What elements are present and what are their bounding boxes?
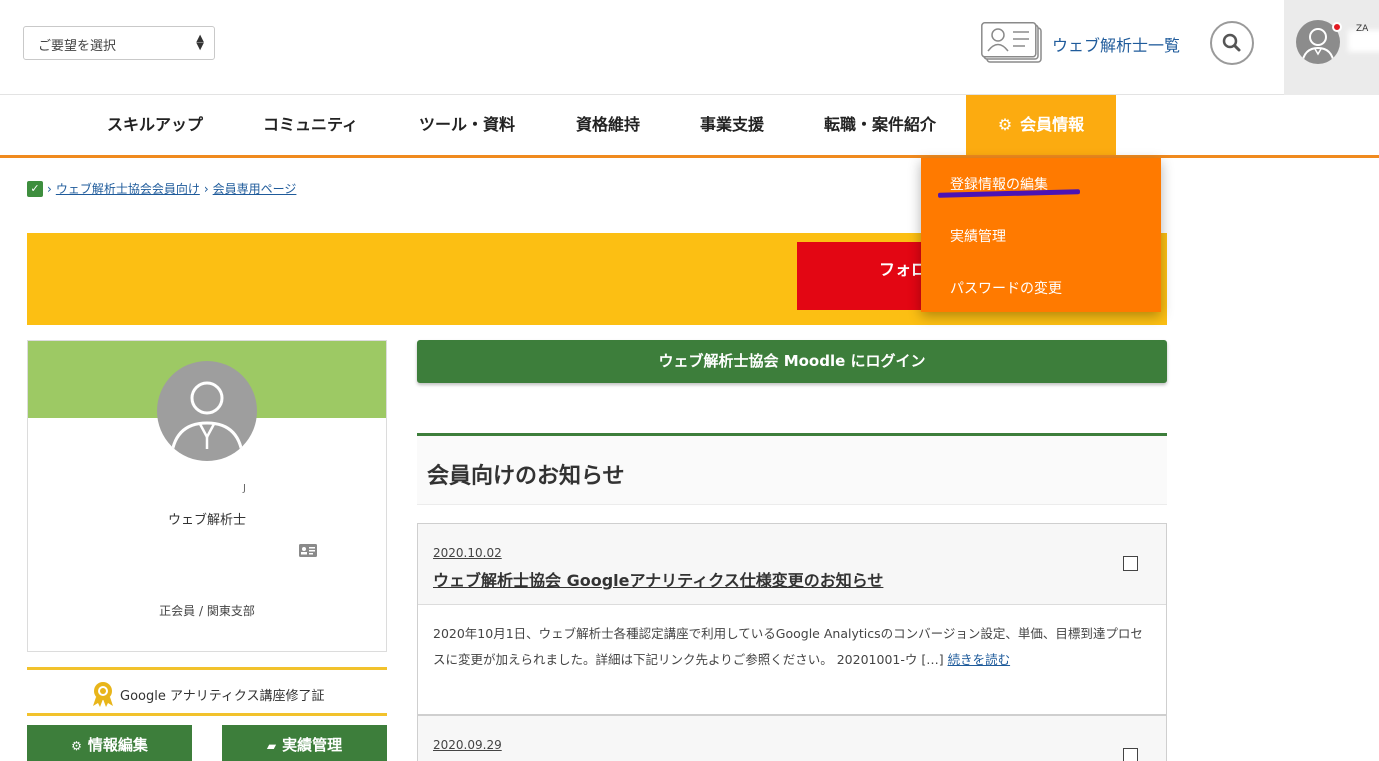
home-icon[interactable]: ✓ <box>27 180 43 197</box>
news-checkbox[interactable] <box>1123 556 1138 571</box>
user-menu[interactable]: ZA <box>1284 0 1379 95</box>
breadcrumb: ✓ › ウェブ解析士協会会員向け › 会員専用ページ <box>27 180 296 197</box>
notice-section-title: 会員向けのお知らせ <box>427 464 625 489</box>
award-ribbon-icon <box>93 682 113 707</box>
gear-icon: ⚙ <box>71 739 82 753</box>
certificate-box[interactable]: Google アナリティクス講座修了証 <box>27 667 387 716</box>
achievements-label: 実績管理 <box>282 736 343 754</box>
news-item-header: 2020.09.29 <box>418 716 1166 761</box>
read-more-link[interactable]: 続きを読む <box>948 652 1011 667</box>
moodle-login-button[interactable]: ウェブ解析士協会 Moodle にログイン <box>417 340 1167 383</box>
member-list-link[interactable]: ウェブ解析士一覧 <box>1052 32 1180 56</box>
briefcase-icon: ▰ <box>266 739 277 753</box>
search-button[interactable] <box>1210 21 1254 65</box>
gear-icon: ⚙ <box>997 115 1013 134</box>
news-title[interactable]: ウェブ解析士協会 Googleアナリティクス仕様変更のお知らせ <box>433 567 883 591</box>
profile-title: ウェブ解析士 <box>167 513 246 528</box>
profile-avatar <box>157 361 257 461</box>
nav-item-qualification[interactable]: 資格維持 <box>576 95 640 155</box>
chevron-right-icon: › <box>203 181 209 196</box>
user-name-fragment: ZA <box>1356 24 1369 34</box>
certificate-label: Google アナリティクス講座修了証 <box>120 689 325 704</box>
dropdown-item-change-password[interactable]: パスワードの変更 <box>950 278 1062 298</box>
notification-badge <box>1332 22 1342 32</box>
search-icon <box>1222 33 1241 52</box>
select-arrows-icon: ▲ ▼ <box>196 33 204 52</box>
nav-item-career[interactable]: 転職・案件紹介 <box>824 95 936 155</box>
notice-section-header: 会員向けのお知らせ <box>417 433 1167 505</box>
nav-item-member-info-label: 会員情報 <box>1020 115 1085 134</box>
news-item: 2020.10.02 ウェブ解析士協会 Googleアナリティクス仕様変更のお知… <box>417 523 1167 715</box>
site-header: ご要望を選択 ▲ ▼ ウェブ解析士一覧 ZA <box>0 0 1379 95</box>
nav-item-business[interactable]: 事業支援 <box>700 95 764 155</box>
achievements-button[interactable]: ▰ 実績管理 <box>222 725 387 761</box>
id-card-icon[interactable] <box>299 544 317 557</box>
news-excerpt-text: 2020年10月1日、ウェブ解析士各種認定講座で利用しているGoogle Ana… <box>433 626 1143 667</box>
profile-name-fragment: J <box>243 483 246 494</box>
request-select-value: ご要望を選択 <box>38 39 117 54</box>
profile-card: J ウェブ解析士 正会員 / 関東支部 <box>27 340 387 652</box>
member-info-dropdown: 登録情報の編集 実績管理 パスワードの変更 <box>921 158 1161 312</box>
main-navigation: スキルアップ コミュニティ ツール・資料 資格維持 事業支援 転職・案件紹介 ⚙… <box>0 95 1379 158</box>
news-item-header: 2020.10.02 ウェブ解析士協会 Googleアナリティクス仕様変更のお知… <box>418 524 1166 605</box>
news-item: 2020.09.29 <box>417 715 1167 761</box>
dropdown-item-achievements[interactable]: 実績管理 <box>950 226 1006 246</box>
breadcrumb-link-member[interactable]: ウェブ解析士協会会員向け <box>56 180 200 197</box>
breadcrumb-link-members-page[interactable]: 会員専用ページ <box>213 180 297 197</box>
nav-item-member-info[interactable]: ⚙ 会員情報 <box>966 95 1116 155</box>
nav-item-skillup[interactable]: スキルアップ <box>107 95 203 155</box>
edit-info-label: 情報編集 <box>87 736 148 754</box>
chevron-right-icon: › <box>47 181 52 196</box>
profile-membership: 正会員 / 関東支部 <box>159 604 255 618</box>
nav-item-tools[interactable]: ツール・資料 <box>419 95 515 155</box>
request-select[interactable]: ご要望を選択 ▲ ▼ <box>23 26 215 60</box>
news-date[interactable]: 2020.09.29 <box>433 738 502 752</box>
nav-item-community[interactable]: コミュニティ <box>263 95 358 155</box>
news-date[interactable]: 2020.10.02 <box>433 546 502 560</box>
news-excerpt: 2020年10月1日、ウェブ解析士各種認定講座で利用しているGoogle Ana… <box>433 621 1153 673</box>
news-checkbox[interactable] <box>1123 748 1138 761</box>
edit-info-button[interactable]: ⚙ 情報編集 <box>27 725 192 761</box>
member-list-icon[interactable] <box>981 22 1043 64</box>
